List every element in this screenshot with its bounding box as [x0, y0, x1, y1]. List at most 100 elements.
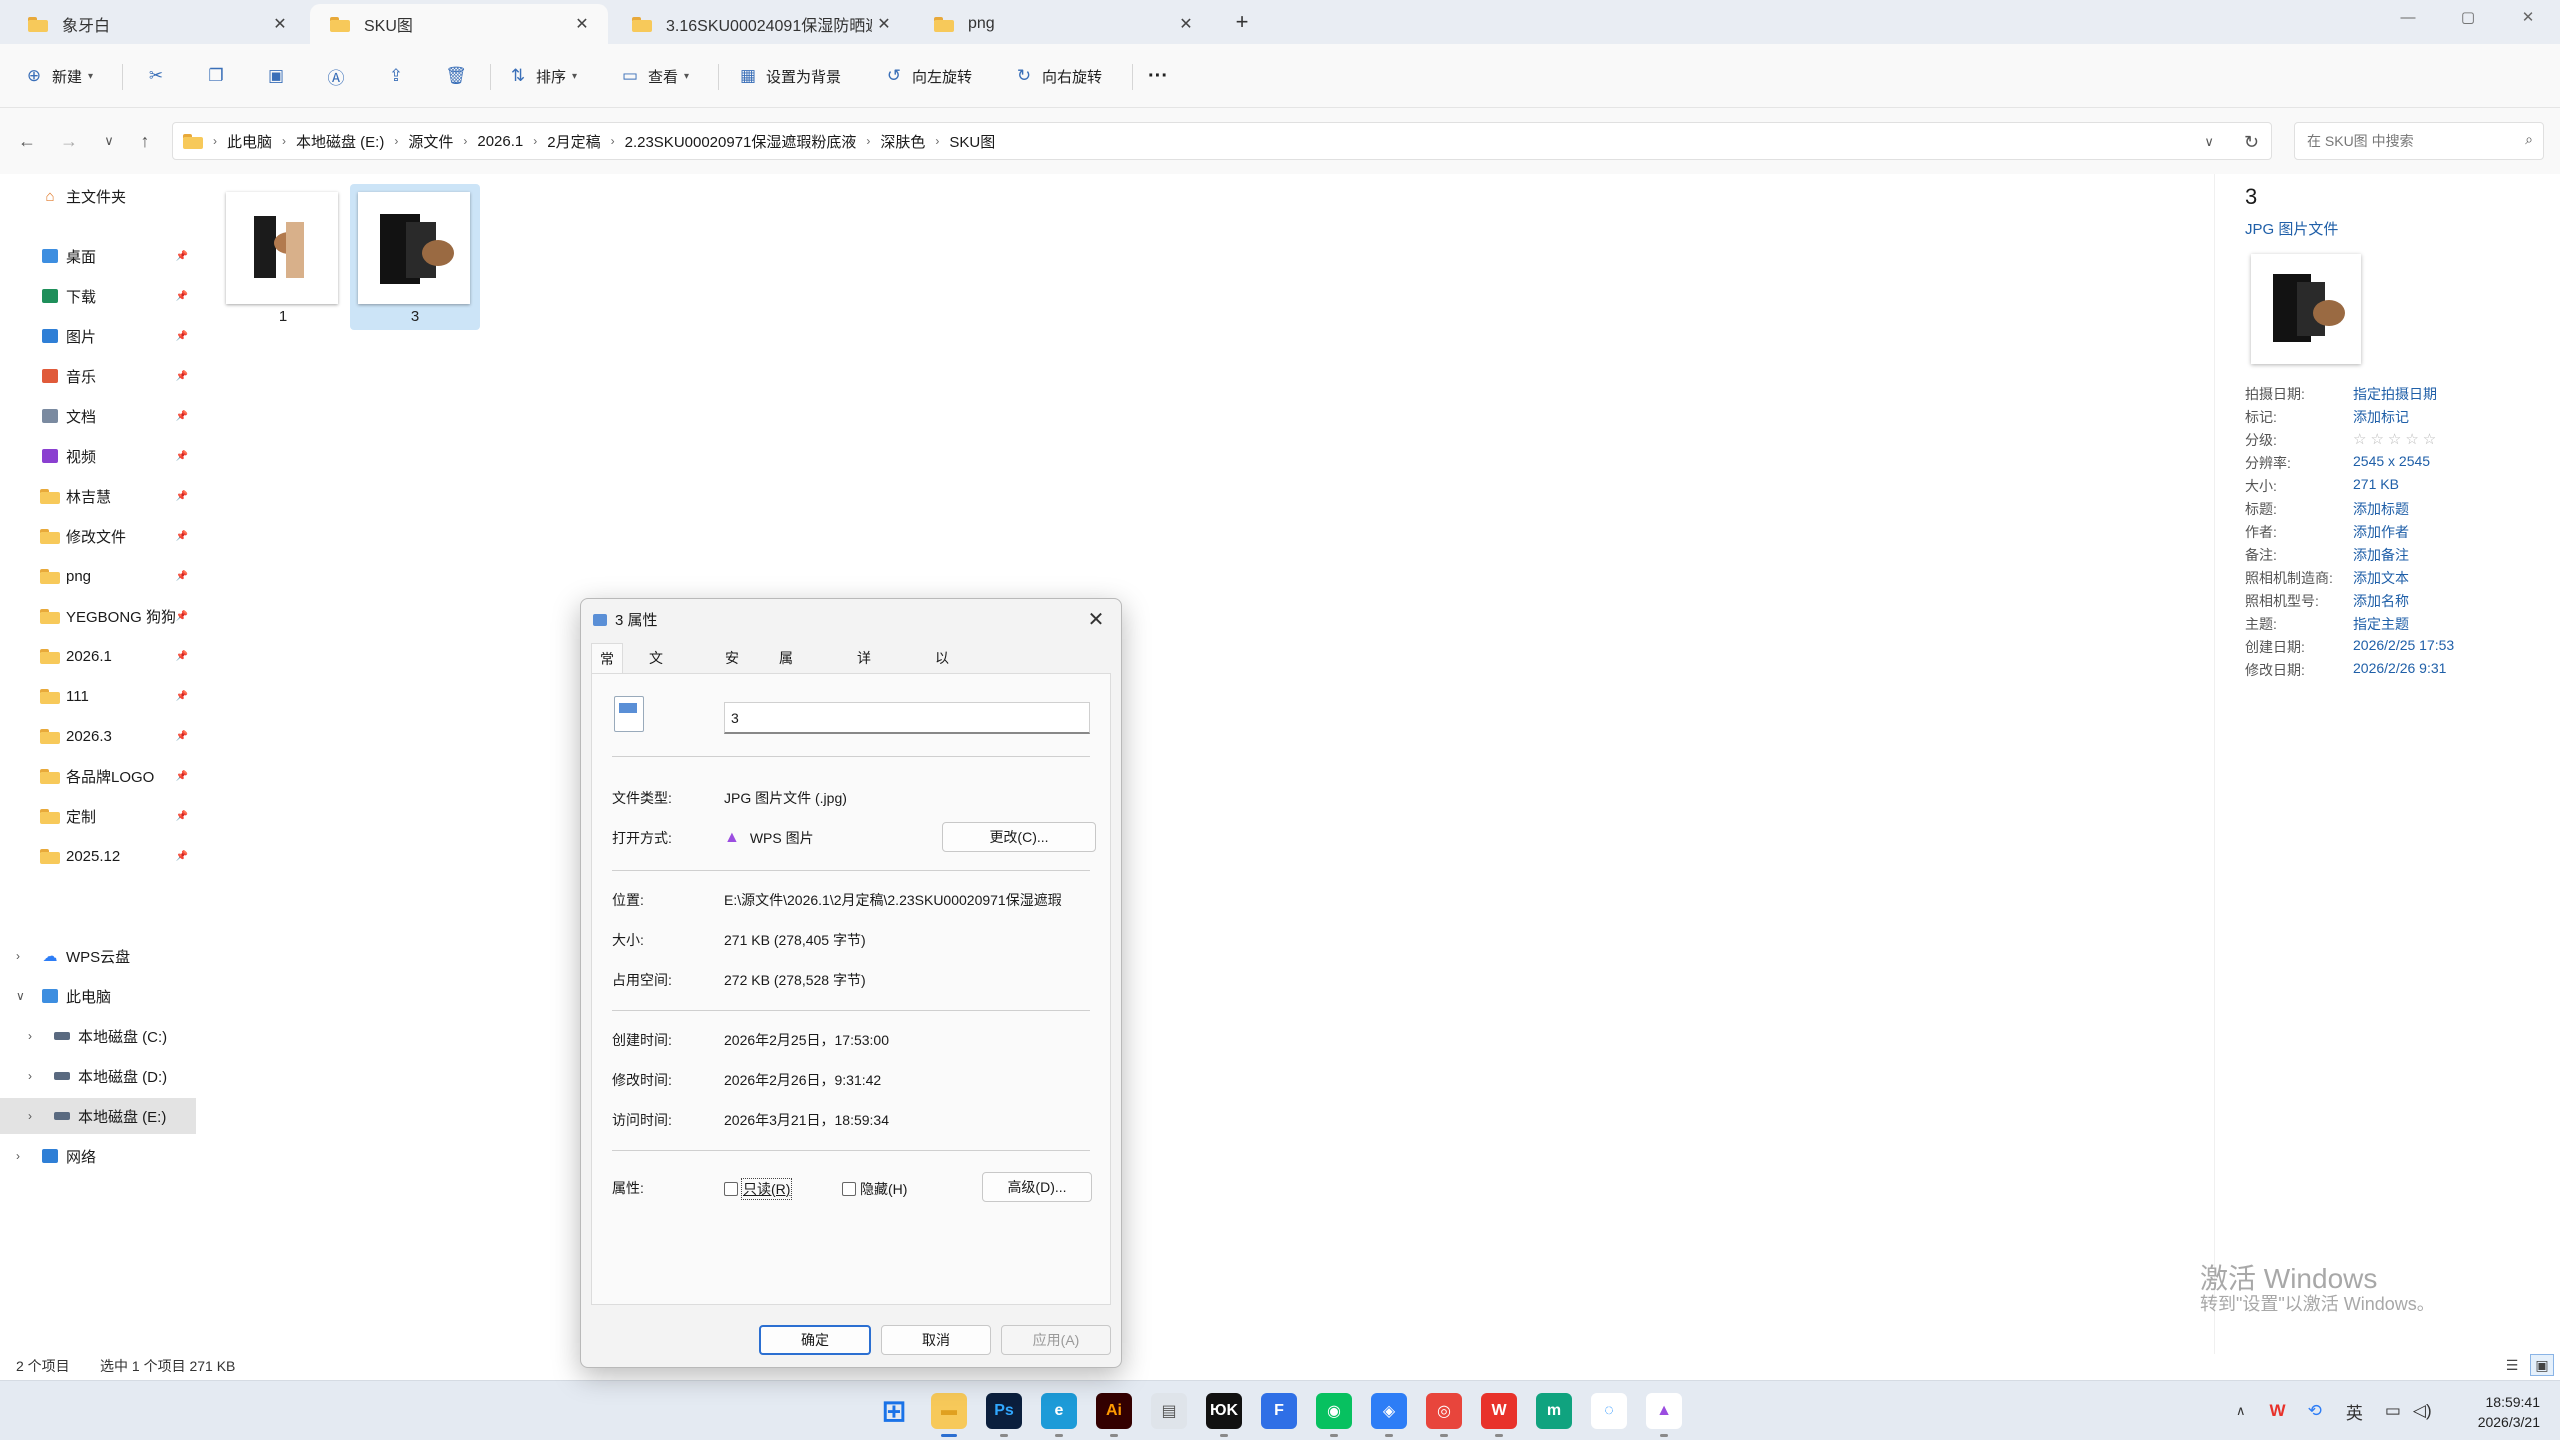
details-value[interactable]: 2545 x 2545	[2353, 453, 2430, 469]
copy-button[interactable]: ❐	[206, 60, 234, 92]
wps-app[interactable]: W	[1481, 1393, 1517, 1437]
wechat-app[interactable]: ◉	[1316, 1393, 1352, 1437]
delete-button[interactable]: 🗑	[445, 60, 474, 92]
sidebar-item-quick[interactable]: png 📌	[0, 558, 196, 594]
details-value[interactable]: 添加备注	[2353, 545, 2409, 565]
sidebar-item-home[interactable]: ⌂ 主文件夹	[0, 178, 196, 214]
sidebar-item-network[interactable]: › 网络	[0, 1138, 196, 1174]
network-icon[interactable]: ▭	[2385, 1401, 2401, 1421]
readonly-checkbox[interactable]: 只读(R)	[724, 1178, 793, 1200]
photoshop-app[interactable]: Ps	[986, 1393, 1022, 1437]
sidebar-item-quick[interactable]: 图片 📌	[0, 318, 196, 354]
minimize-button[interactable]: —	[2378, 0, 2438, 36]
breadcrumb-item[interactable]: 深肤色	[880, 131, 925, 152]
window-app[interactable]: ▤	[1151, 1393, 1187, 1429]
rotate-left-button[interactable]: ↺ 向左旋转	[884, 60, 972, 92]
sort-button[interactable]: ⇅ 排序 ▾	[508, 60, 577, 92]
sidebar-item-quick[interactable]: 桌面 📌	[0, 238, 196, 274]
close-window-button[interactable]: ✕	[2498, 0, 2558, 36]
large-icons-view-icon[interactable]: ▣	[2530, 1354, 2554, 1376]
apply-button[interactable]: 应用(A)	[1001, 1325, 1111, 1355]
close-tab-icon[interactable]: ✕	[268, 14, 292, 34]
set-as-background-button[interactable]: ▦ 设置为背景	[738, 60, 841, 92]
rotate-right-button[interactable]: ↻ 向右旋转	[1014, 60, 1102, 92]
cut-button[interactable]: ✂	[146, 60, 174, 92]
rating-stars[interactable]: ☆☆☆☆☆	[2353, 430, 2440, 448]
sidebar-item-quick[interactable]: 111 📌	[0, 678, 196, 714]
wps-tray-icon[interactable]: W	[2270, 1401, 2286, 1421]
share-button[interactable]: ⇪	[386, 60, 414, 92]
sidebar-item-quick[interactable]: 各品牌LOGO 📌	[0, 758, 196, 794]
recent-chevron-icon[interactable]: ∨	[94, 126, 124, 156]
show-hidden-icons-icon[interactable]: ∧	[2236, 1403, 2246, 1419]
breadcrumb-item[interactable]: 2026.1	[477, 133, 523, 150]
sidebar-item-quick[interactable]: YEGBONG 狗狗 📌	[0, 598, 196, 634]
search-box[interactable]: 在 SKU图 中搜索 ⌕	[2294, 122, 2544, 160]
tab-previous-versions[interactable]: 以前的版本	[927, 643, 957, 786]
forward-arrow-icon[interactable]: →	[54, 126, 84, 156]
recorder-app[interactable]: ЮK	[1206, 1393, 1242, 1437]
sidebar-item-this-pc[interactable]: ∨ 此电脑	[0, 978, 196, 1014]
address-dropdown-icon[interactable]: ∨	[2204, 134, 2214, 150]
tab-checksum[interactable]: 文件校验	[641, 643, 671, 756]
sidebar-item-quick[interactable]: 林吉慧 📌	[0, 478, 196, 514]
cancel-button[interactable]: 取消	[881, 1325, 991, 1355]
view-button[interactable]: ▭ 查看 ▾	[620, 60, 689, 92]
tab-details[interactable]: 详细信息	[849, 643, 879, 756]
start-button[interactable]: ⊞	[876, 1393, 912, 1429]
tab-ivory[interactable]: 象牙白 ✕	[8, 4, 306, 44]
sidebar-item-quick[interactable]: 修改文件 📌	[0, 518, 196, 554]
sidebar-item-quick[interactable]: 2026.3 📌	[0, 718, 196, 754]
hidden-checkbox[interactable]: 隐藏(H)	[842, 1179, 907, 1199]
details-value[interactable]: 添加标题	[2353, 499, 2409, 519]
sidebar-item-quick[interactable]: 下载 📌	[0, 278, 196, 314]
details-value[interactable]: 添加标记	[2353, 407, 2409, 427]
sidebar-item-wps-cloud[interactable]: › ☁ WPS云盘	[0, 938, 196, 974]
change-button[interactable]: 更改(C)...	[942, 822, 1096, 852]
details-value[interactable]: 添加文本	[2353, 568, 2409, 588]
tab-security[interactable]: 安全	[717, 643, 747, 696]
paste-button[interactable]: ▣	[266, 60, 294, 92]
advanced-button[interactable]: 高级(D)...	[982, 1172, 1092, 1202]
close-tab-icon[interactable]: ✕	[1174, 14, 1198, 34]
sidebar-item-quick[interactable]: 视频 📌	[0, 438, 196, 474]
refresh-icon[interactable]: ↻	[2244, 132, 2259, 153]
dialog-close-button[interactable]: ✕	[1081, 605, 1111, 635]
breadcrumb-item[interactable]: 2.23SKU00020971保湿遮瑕粉底液	[625, 131, 857, 152]
wps-pictures-app[interactable]: ▲	[1646, 1393, 1682, 1437]
details-view-icon[interactable]: ☰	[2500, 1354, 2524, 1376]
illustrator-app[interactable]: Ai	[1096, 1393, 1132, 1437]
details-value[interactable]: 2026/2/26 9:31	[2353, 660, 2446, 676]
volume-icon[interactable]: ◁)	[2413, 1401, 2432, 1421]
input-language[interactable]: 英	[2346, 1399, 2363, 1424]
sidebar-item-quick[interactable]: 文档 📌	[0, 398, 196, 434]
details-value[interactable]: 指定拍摄日期	[2353, 384, 2437, 404]
sidebar-item-quick[interactable]: 2026.1 📌	[0, 638, 196, 674]
tab-sku-folder[interactable]: 3.16SKU00024091保湿防晒遮瑕 ✕	[612, 4, 910, 44]
f-app[interactable]: F	[1261, 1393, 1297, 1429]
file-item-selected[interactable]: 3	[350, 184, 480, 330]
details-value[interactable]: 添加作者	[2353, 522, 2409, 542]
back-arrow-icon[interactable]: ←	[12, 126, 42, 156]
breadcrumb-item[interactable]: 本地磁盘 (E:)	[296, 131, 384, 152]
breadcrumb-item[interactable]: 此电脑	[227, 131, 272, 152]
chrome-app[interactable]: ◎	[1426, 1393, 1462, 1437]
address-bar[interactable]: › 此电脑 › 本地磁盘 (E:) › 源文件 › 2026.1 › 2月定稿 …	[172, 122, 2272, 160]
sidebar-item-drive-e[interactable]: › 本地磁盘 (E:)	[0, 1098, 196, 1134]
more-options-button[interactable]: ···	[1148, 60, 1168, 92]
clock[interactable]: 18:59:41 2026/3/21	[2478, 1392, 2540, 1432]
breadcrumb-item[interactable]: 2月定稿	[547, 131, 600, 152]
meeting-app[interactable]: m	[1536, 1393, 1572, 1429]
tab-general[interactable]: 常规	[591, 643, 623, 697]
sync-tray-icon[interactable]: ⟲	[2308, 1401, 2322, 1421]
close-tab-icon[interactable]: ✕	[570, 14, 594, 34]
file-item[interactable]: 1	[218, 184, 348, 330]
new-button[interactable]: ⊕ 新建 ▾	[24, 60, 93, 92]
breadcrumb-item[interactable]: 源文件	[408, 131, 453, 152]
details-value[interactable]: 271 KB	[2353, 476, 2399, 492]
sidebar-item-quick[interactable]: 音乐 📌	[0, 358, 196, 394]
details-value[interactable]: 2026/2/25 17:53	[2353, 637, 2454, 653]
file-explorer-app[interactable]: ▬	[931, 1393, 967, 1437]
sidebar-item-drive-c[interactable]: › 本地磁盘 (C:)	[0, 1018, 196, 1054]
breadcrumb-item[interactable]: SKU图	[949, 131, 995, 152]
